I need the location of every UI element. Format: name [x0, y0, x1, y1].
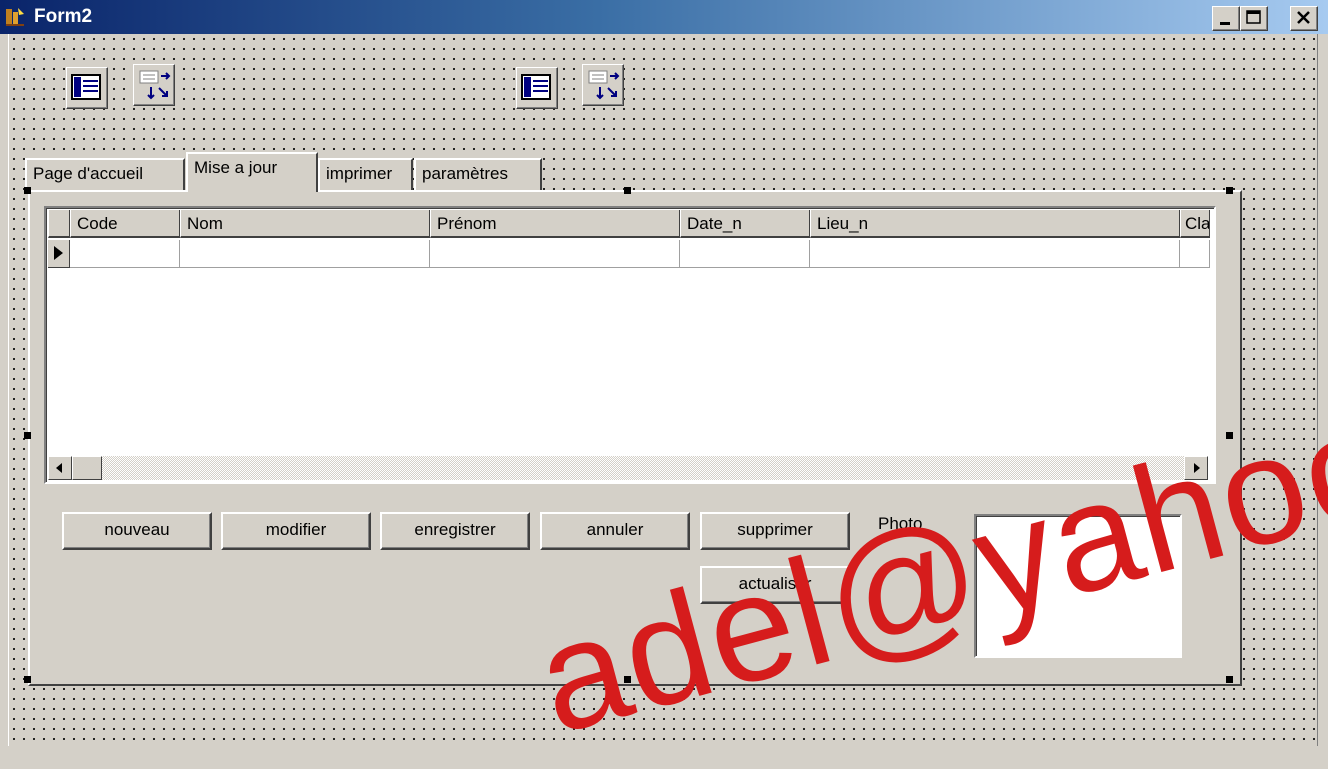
supprimer-button[interactable]: supprimer — [700, 512, 850, 550]
close-button[interactable] — [1290, 6, 1318, 31]
selection-handle[interactable] — [1226, 432, 1233, 439]
window-right-frame — [1317, 34, 1328, 746]
column-header-prenom[interactable]: Prénom — [430, 210, 680, 238]
tab-page-accueil[interactable]: Page d'accueil — [25, 158, 185, 190]
grid-cell[interactable] — [810, 240, 1180, 268]
maximize-button[interactable] — [1240, 6, 1268, 31]
selection-handle[interactable] — [1226, 676, 1233, 683]
selection-handle[interactable] — [24, 187, 31, 194]
selection-handle[interactable] — [24, 432, 31, 439]
grid-cell[interactable] — [70, 240, 180, 268]
app-icon — [6, 8, 24, 26]
datasource-component[interactable] — [133, 64, 175, 106]
table-component-icon — [71, 74, 101, 100]
datasource-component-2[interactable] — [582, 64, 624, 106]
annuler-button[interactable]: annuler — [540, 512, 690, 550]
current-row-arrow-icon — [54, 246, 63, 260]
data-grid[interactable]: Code Nom Prénom Date_n Lieu_n Cla — [44, 206, 1216, 484]
scroll-left-button[interactable] — [48, 456, 72, 480]
tab-imprimer[interactable]: imprimer — [318, 158, 413, 190]
close-icon — [1297, 11, 1310, 24]
selection-handle[interactable] — [624, 676, 631, 683]
column-header-code[interactable]: Code — [70, 210, 180, 238]
enregistrer-button[interactable]: enregistrer — [380, 512, 530, 550]
scroll-thumb[interactable] — [72, 456, 102, 480]
grid-cell[interactable] — [1180, 240, 1210, 268]
window-title: Form2 — [34, 6, 93, 27]
photo-image-box[interactable] — [974, 514, 1182, 658]
datasource-component-icon — [139, 70, 171, 100]
title-bar[interactable]: Form2 — [0, 0, 1328, 34]
tab-panel-mise-a-jour: Code Nom Prénom Date_n Lieu_n Cla nouvea… — [28, 190, 1242, 686]
column-header-nom[interactable]: Nom — [180, 210, 430, 238]
selection-handle[interactable] — [24, 676, 31, 683]
datasource-component-icon — [588, 70, 620, 100]
arrow-right-icon — [1194, 463, 1200, 473]
nouveau-button[interactable]: nouveau — [62, 512, 212, 550]
arrow-left-icon — [56, 463, 62, 473]
maximize-icon — [1246, 10, 1261, 24]
row-indicator[interactable] — [48, 240, 70, 268]
grid-indicator-header — [48, 210, 70, 238]
modifier-button[interactable]: modifier — [221, 512, 371, 550]
table-component-2[interactable] — [516, 67, 558, 109]
scroll-right-button[interactable] — [1184, 456, 1208, 480]
selection-handle[interactable] — [1226, 187, 1233, 194]
photo-label: Photo — [878, 514, 923, 533]
table-component-icon — [521, 74, 551, 100]
grid-cell[interactable] — [180, 240, 430, 268]
table-component[interactable] — [66, 67, 108, 109]
tab-mise-a-jour[interactable]: Mise a jour — [186, 152, 318, 192]
grid-cell[interactable] — [430, 240, 680, 268]
minimize-icon — [1220, 22, 1230, 25]
column-header-date-n[interactable]: Date_n — [680, 210, 810, 238]
actualiser-button[interactable]: actualiser — [700, 566, 850, 604]
column-header-lieu-n[interactable]: Lieu_n — [810, 210, 1180, 238]
grid-cell[interactable] — [680, 240, 810, 268]
tab-parametres[interactable]: paramètres — [414, 158, 542, 190]
minimize-button[interactable] — [1212, 6, 1240, 31]
column-header-cla[interactable]: Cla — [1180, 210, 1210, 238]
horizontal-scrollbar[interactable] — [48, 456, 1208, 480]
selection-handle[interactable] — [624, 187, 631, 194]
